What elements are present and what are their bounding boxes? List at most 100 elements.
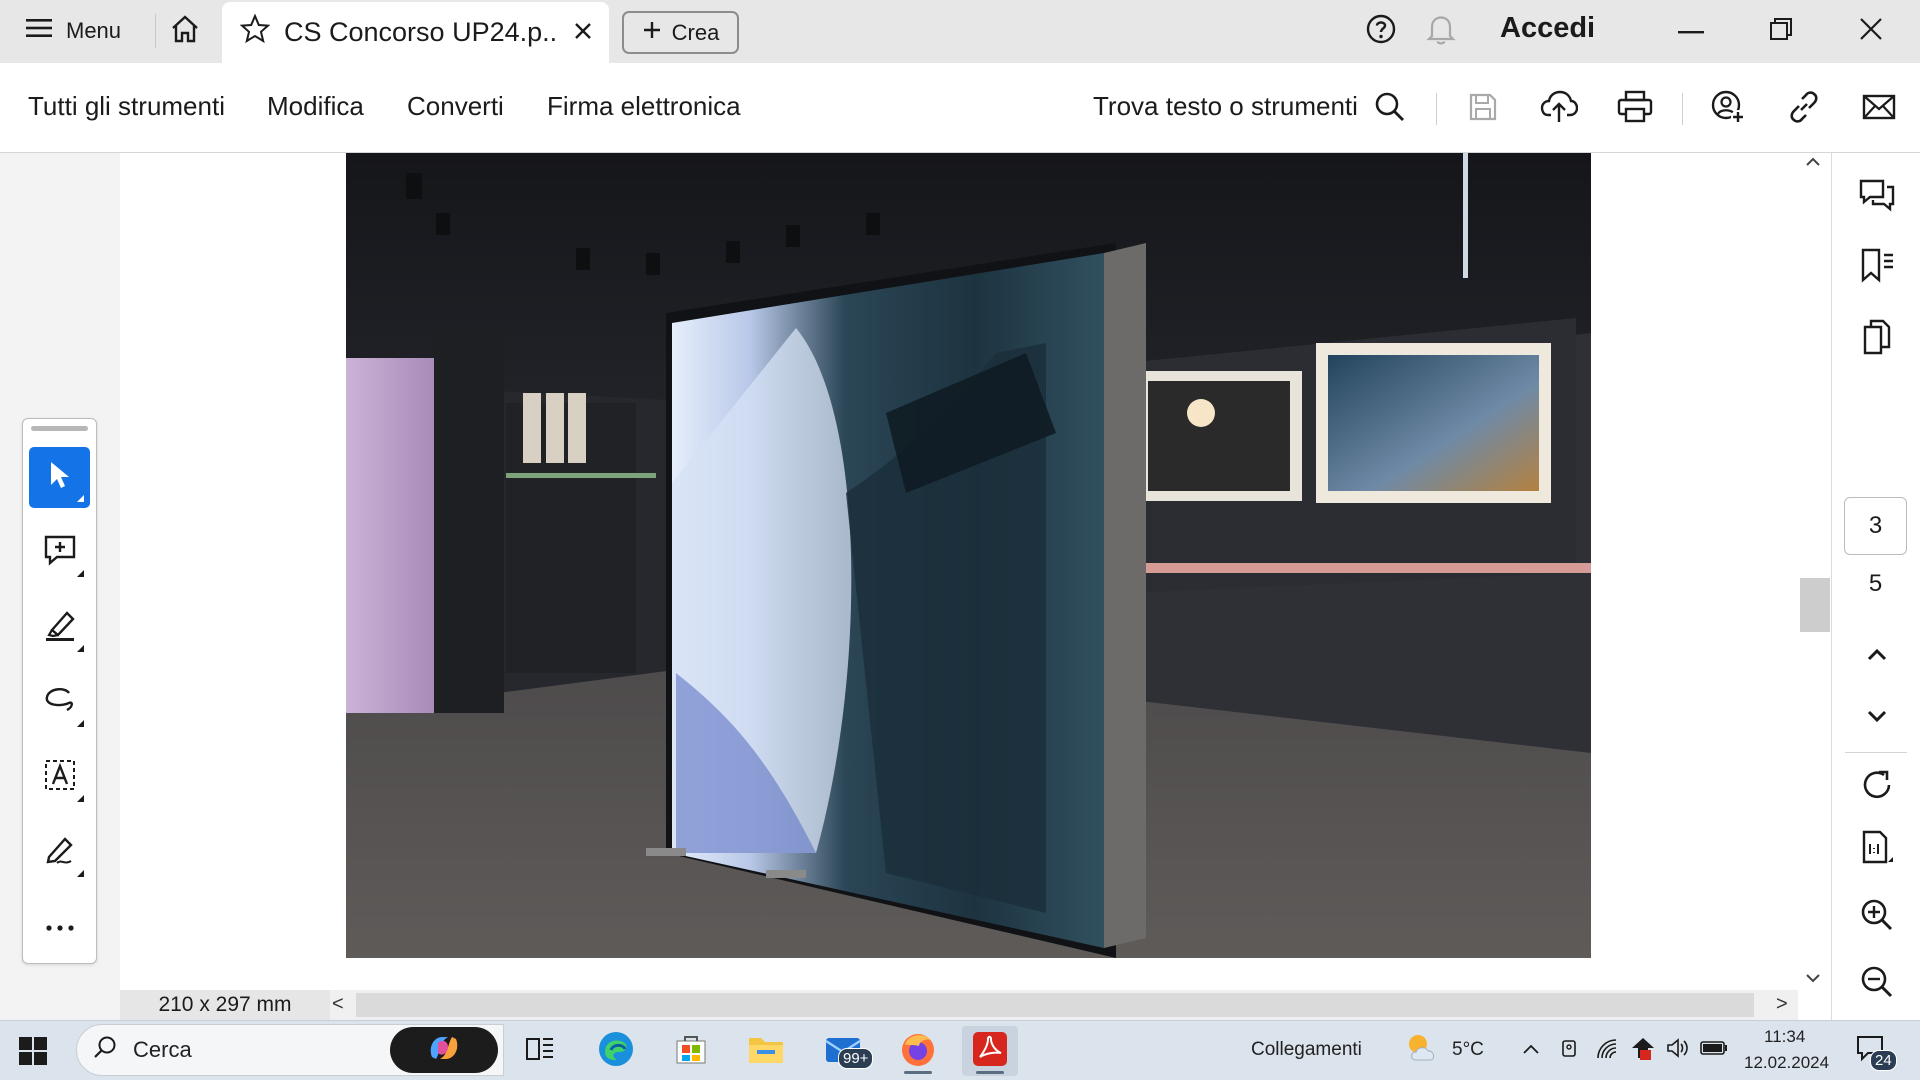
highlight-button[interactable]	[29, 597, 90, 658]
copilot-icon	[426, 1033, 462, 1068]
next-page-button[interactable]	[1856, 697, 1898, 739]
horizontal-scroll-thumb[interactable]	[356, 993, 1754, 1017]
copilot-button[interactable]	[390, 1027, 498, 1073]
mail-app-button[interactable]: 99+	[815, 1026, 874, 1076]
actual-size-button[interactable]	[1856, 829, 1898, 871]
actual-size-icon	[1860, 830, 1894, 871]
running-indicator	[976, 1071, 1004, 1074]
select-cursor-icon	[47, 459, 73, 496]
previous-page-button[interactable]	[1856, 636, 1898, 678]
sign-button[interactable]	[29, 822, 90, 883]
pages-button[interactable]	[1856, 318, 1898, 360]
draw-button[interactable]	[29, 672, 90, 733]
clock-date[interactable]: 12.02.2024	[1744, 1053, 1829, 1073]
rotate-button[interactable]	[1856, 766, 1898, 808]
volume-icon[interactable]	[1666, 1037, 1690, 1064]
plus-icon	[642, 20, 662, 46]
notification-badge: 24	[1870, 1050, 1897, 1071]
zoom-out-button[interactable]	[1856, 963, 1898, 1005]
more-options-corner	[77, 645, 84, 652]
vertical-scroll-thumb[interactable]	[1800, 578, 1830, 632]
firefox-icon	[899, 1030, 937, 1073]
more-options-corner	[77, 795, 84, 802]
battery-icon[interactable]	[1700, 1040, 1728, 1061]
page-up-icon	[1866, 648, 1888, 667]
minimize-icon	[1678, 22, 1704, 40]
windows-start-icon[interactable]	[18, 1036, 48, 1071]
menu-edit[interactable]: Modifica	[267, 91, 364, 122]
menu-e-sign[interactable]: Firma elettronica	[547, 91, 741, 122]
cloud-upload-icon[interactable]	[1539, 87, 1579, 127]
print-icon[interactable]	[1615, 87, 1655, 127]
search-placeholder: Cerca	[133, 1037, 192, 1062]
search-icon	[93, 1035, 117, 1065]
minimize-button[interactable]	[1668, 10, 1714, 52]
firefox-button[interactable]	[890, 1026, 946, 1076]
more-tools-button[interactable]	[29, 897, 90, 958]
text-box-button[interactable]	[29, 747, 90, 808]
search-icon[interactable]	[1370, 87, 1410, 127]
more-icon	[45, 919, 75, 937]
drag-handle[interactable]	[31, 426, 88, 431]
help-icon	[1365, 13, 1397, 50]
sign-in-link[interactable]: Accedi	[1500, 12, 1595, 45]
file-explorer-button[interactable]	[738, 1026, 794, 1076]
link-icon[interactable]	[1784, 87, 1824, 127]
edge-button[interactable]	[588, 1026, 644, 1076]
document-tab[interactable]: CS Concorso UP24.p...	[222, 2, 609, 63]
scroll-right-button[interactable]: >	[1776, 993, 1788, 1016]
add-comment-icon	[43, 533, 77, 572]
star-icon[interactable]	[239, 13, 271, 51]
restore-button[interactable]	[1758, 10, 1804, 52]
scroll-left-button[interactable]: <	[332, 993, 344, 1016]
save-icon[interactable]	[1463, 87, 1503, 127]
create-label: Crea	[671, 19, 720, 45]
task-view-button[interactable]	[512, 1026, 568, 1076]
divider	[1436, 93, 1437, 125]
links-toolbar-label[interactable]: Collegamenti	[1251, 1039, 1362, 1061]
find-text-label[interactable]: Trova testo o strumenti	[1093, 91, 1358, 122]
close-window-button[interactable]	[1848, 10, 1894, 52]
current-page-field[interactable]: 3	[1844, 497, 1907, 555]
tab-title: CS Concorso UP24.p...	[284, 17, 559, 47]
create-button[interactable]: Crea	[622, 11, 739, 54]
comments-button[interactable]	[1856, 176, 1898, 218]
clock-time[interactable]: 11:34	[1764, 1027, 1805, 1047]
main-toolbar: Tutti gli strumenti Modifica Converti Fi…	[0, 63, 1920, 153]
menu-convert[interactable]: Converti	[407, 91, 504, 122]
wifi-icon[interactable]	[1596, 1038, 1620, 1065]
share-user-icon[interactable]	[1708, 87, 1748, 127]
help-button[interactable]	[1358, 10, 1404, 52]
select-tool-button[interactable]	[29, 447, 90, 508]
chevron-up-icon[interactable]	[1522, 1042, 1540, 1060]
title-bar: Menu CS Concorso UP24.p... Crea Accedi	[0, 0, 1920, 63]
close-icon[interactable]	[573, 17, 593, 48]
total-pages-label: 5	[1868, 570, 1883, 597]
weather-icon[interactable]	[1404, 1030, 1442, 1071]
vertical-scrollbar[interactable]	[1797, 153, 1829, 991]
page-down-icon	[1866, 709, 1888, 728]
acrobat-button[interactable]	[962, 1026, 1018, 1076]
menu-button[interactable]: Menu	[14, 10, 133, 52]
hamburger-icon	[26, 17, 52, 45]
home-button[interactable]	[163, 10, 207, 52]
running-indicator	[904, 1071, 932, 1074]
add-comment-button[interactable]	[29, 522, 90, 583]
scroll-up-icon[interactable]	[1805, 155, 1821, 174]
more-options-corner	[77, 720, 84, 727]
quick-tools-panel	[22, 418, 97, 964]
temperature-label[interactable]: 5°C	[1452, 1039, 1484, 1061]
divider	[1845, 752, 1907, 753]
menu-all-tools[interactable]: Tutti gli strumenti	[28, 91, 225, 122]
meet-now-icon[interactable]	[1560, 1038, 1580, 1065]
bookmarks-button[interactable]	[1856, 246, 1898, 288]
app-update-icon[interactable]	[1630, 1036, 1656, 1067]
scroll-down-icon[interactable]	[1805, 971, 1821, 990]
edge-icon	[597, 1030, 635, 1073]
zoom-in-button[interactable]	[1856, 896, 1898, 938]
store-button[interactable]	[663, 1026, 719, 1076]
comments-icon	[1859, 178, 1895, 217]
notifications-button[interactable]	[1418, 10, 1464, 52]
mail-icon[interactable]	[1859, 87, 1899, 127]
menu-label: Menu	[66, 18, 122, 43]
